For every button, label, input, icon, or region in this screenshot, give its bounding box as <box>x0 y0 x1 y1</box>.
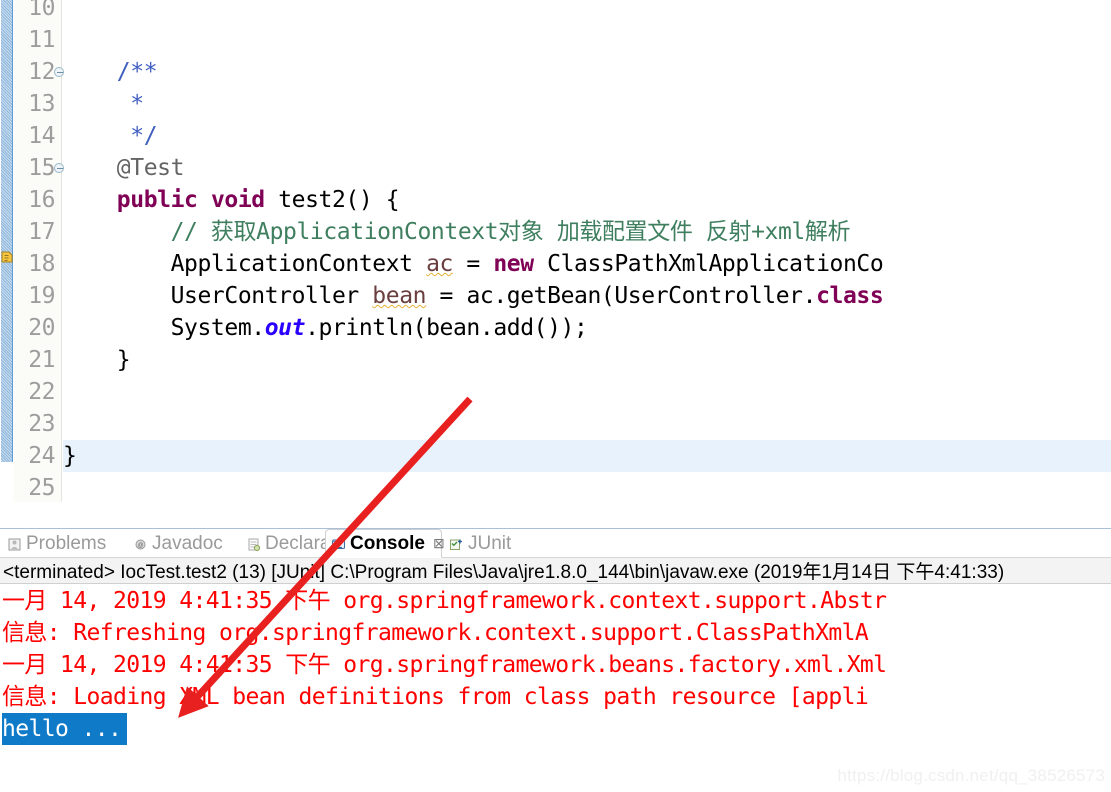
console-selected-text[interactable]: hello ... <box>2 713 128 745</box>
line-number-25: 25 <box>28 475 55 501</box>
line-number-24: 24 <box>28 443 55 469</box>
svg-text:@: @ <box>137 543 143 549</box>
sysout-suffix-token: .println(bean.add()); <box>305 315 588 341</box>
comment-token: // 获取ApplicationContext对象 加载配置文件 反射+xml解… <box>170 219 851 245</box>
fold-toggle-icon-12[interactable] <box>54 67 64 77</box>
keyword-void-token: void <box>210 187 265 213</box>
console-line-4[interactable]: hello ... <box>0 713 1111 745</box>
getbean-call-token: ac.getBean(UserController. <box>466 283 817 309</box>
close-icon[interactable]: ⊠ <box>433 535 445 552</box>
view-tab-junit[interactable]: JUnit <box>444 529 536 558</box>
view-tab-console[interactable]: Console ⊠ <box>325 529 445 558</box>
fold-toggle-icon-15[interactable] <box>54 163 64 173</box>
current-line-highlight <box>63 440 1111 472</box>
code-line-20[interactable]: System.out.println(bean.add()); <box>63 312 588 344</box>
line-number-21: 21 <box>28 347 55 373</box>
keyword-public-token: public <box>116 187 198 213</box>
javadoc-icon: @ <box>133 536 148 551</box>
code-line-13[interactable]: * <box>63 88 144 120</box>
eclipse-ide-screenshot: 10 11 12 13 14 15 16 17 18 19 20 21 22 23 24 25 /** * *… <box>0 0 1111 792</box>
line-number-19: 19 <box>28 283 55 309</box>
type-applicationcontext-token: ApplicationContext <box>170 251 427 277</box>
launch-configuration-text: <terminated> IocTest.test2 (13) [JUnit] … <box>3 562 1005 583</box>
console-icon <box>331 536 346 551</box>
code-line-12[interactable]: /** <box>63 56 158 88</box>
line-number-12: 12 <box>28 59 55 85</box>
annotation-test-token: @Test <box>116 155 185 181</box>
declaration-icon <box>246 536 261 552</box>
assign-operator-19: = <box>426 283 467 309</box>
line-number-18: 18 <box>28 251 55 277</box>
method-decl-token: test2() { <box>278 187 400 213</box>
code-line-24[interactable]: } <box>63 440 77 472</box>
console-output[interactable]: 一月 14, 2019 4:41:35 下午 org.springframewo… <box>0 584 1111 791</box>
static-field-out-token: out <box>264 315 306 341</box>
line-number-17: 17 <box>28 219 55 245</box>
line-number-14: 14 <box>28 123 55 149</box>
junit-icon <box>449 536 464 551</box>
keyword-new-token: new <box>493 251 534 277</box>
view-tab-javadoc[interactable]: @ Javadoc <box>128 529 241 558</box>
view-tab-problems[interactable]: Problems <box>2 529 126 558</box>
code-line-14[interactable]: */ <box>63 120 157 152</box>
line-number-16: 16 <box>28 187 55 213</box>
code-line-16[interactable]: public void test2() { <box>63 184 400 216</box>
sysout-prefix-token: System. <box>170 315 266 341</box>
keyword-class-token: class <box>816 283 884 309</box>
console-line-0[interactable]: 一月 14, 2019 4:41:35 下午 org.springframewo… <box>0 585 1111 617</box>
line-number-13: 13 <box>28 91 55 117</box>
type-usercontroller-token: UserController <box>170 283 373 309</box>
view-tab-label: JUnit <box>468 532 512 554</box>
line-number-22: 22 <box>28 379 55 405</box>
line-number-10: 10 <box>28 0 55 21</box>
view-tab-label: Javadoc <box>152 532 223 554</box>
ctor-classpathxml-token: ClassPathXmlApplicationCo <box>533 251 884 277</box>
close-brace-inner-token: } <box>116 347 131 373</box>
code-line-21[interactable]: } <box>63 344 131 376</box>
view-tab-bar[interactable]: Problems @ Javadoc Declaration Console ⊠ JUnit <box>0 529 1111 558</box>
code-line-15[interactable]: @Test <box>63 152 185 184</box>
problems-icon <box>7 536 22 551</box>
line-number-20: 20 <box>28 315 55 341</box>
javadoc-mid-token: * <box>130 91 144 117</box>
view-tab-label: Problems <box>26 532 107 554</box>
line-number-23: 23 <box>28 411 55 437</box>
java-editor[interactable]: 10 11 12 13 14 15 16 17 18 19 20 21 22 23 24 25 /** * *… <box>0 0 1111 502</box>
bottom-view-stack: Problems @ Javadoc Declaration Console ⊠ JUnit… <box>0 528 1111 792</box>
console-line-3[interactable]: 信息: Loading XML bean definitions from cl… <box>0 681 1111 713</box>
local-var-bean-token: bean <box>372 283 427 309</box>
code-line-18[interactable]: ApplicationContext ac = new ClassPathXml… <box>63 248 884 280</box>
code-surface[interactable]: /** * */ @Test public void test2() { // … <box>63 0 1111 502</box>
assign-operator-18: = <box>452 251 494 277</box>
code-line-17[interactable]: // 获取ApplicationContext对象 加载配置文件 反射+xml解… <box>63 216 851 248</box>
line-number-15: 15 <box>28 155 55 181</box>
launch-configuration-line: <terminated> IocTest.test2 (13) [JUnit] … <box>0 558 1111 584</box>
line-number-11: 11 <box>28 27 55 53</box>
code-line-19[interactable]: UserController bean = ac.getBean(UserCon… <box>63 280 884 312</box>
close-brace-outer-token: } <box>63 443 77 469</box>
javadoc-close-token: */ <box>130 123 158 149</box>
local-var-ac-token: ac <box>426 251 453 277</box>
javadoc-open-token: /** <box>116 59 158 85</box>
console-line-2[interactable]: 一月 14, 2019 4:41:35 下午 org.springframewo… <box>0 649 1111 681</box>
view-tab-label: Console <box>350 532 425 554</box>
console-line-1[interactable]: 信息: Refreshing org.springframework.conte… <box>0 617 1111 649</box>
